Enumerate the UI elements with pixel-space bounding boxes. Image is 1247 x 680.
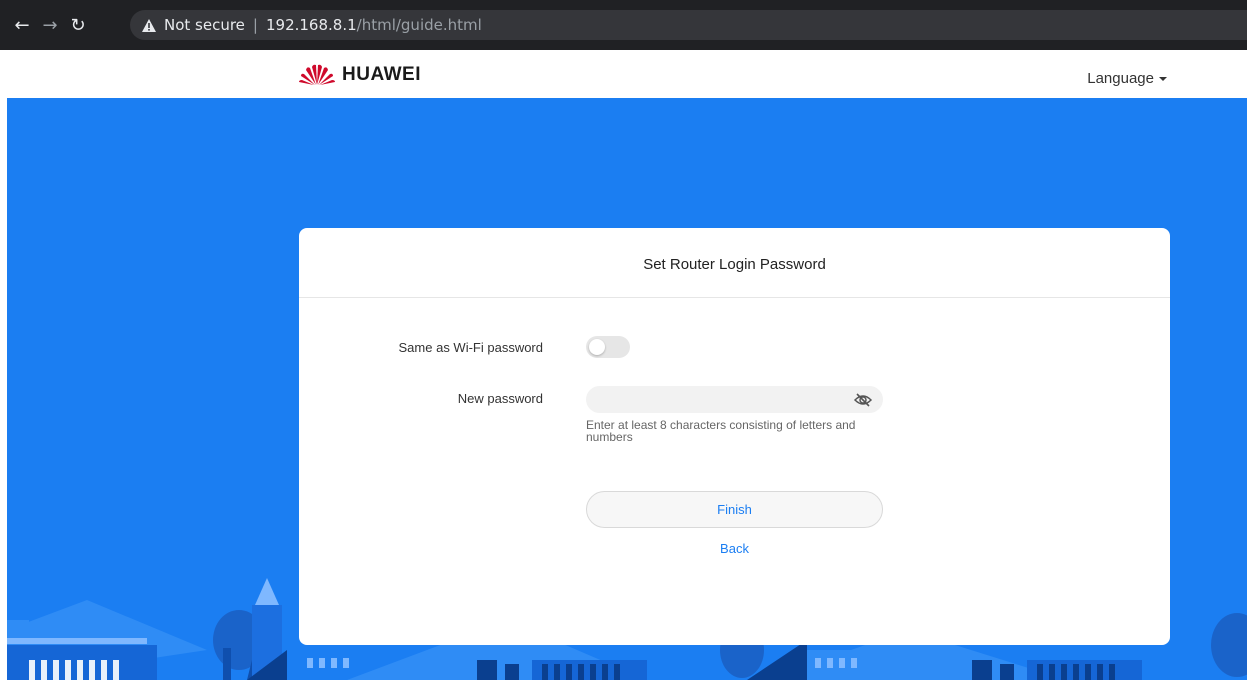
new-password-input[interactable] <box>598 386 848 413</box>
language-dropdown[interactable]: Language <box>1087 70 1167 87</box>
same-as-wifi-label: Same as Wi-Fi password <box>398 340 543 355</box>
password-hint: Enter at least 8 characters consisting o… <box>586 418 856 444</box>
finish-button[interactable]: Finish <box>586 491 883 528</box>
url-path: /html/guide.html <box>356 16 482 34</box>
same-as-wifi-toggle[interactable] <box>586 336 630 358</box>
eye-off-icon[interactable] <box>853 390 873 410</box>
warning-icon <box>142 18 156 32</box>
url-host: 192.168.8.1 <box>265 16 357 34</box>
caret-down-icon <box>1159 77 1167 82</box>
browser-toolbar: ← → ↻ Not secure | 192.168.8.1/html/guid… <box>0 0 1247 50</box>
forward-arrow-icon[interactable]: → <box>36 15 64 36</box>
separator: | <box>252 16 258 34</box>
password-setup-card: Set Router Login Password Same as Wi-Fi … <box>299 228 1170 645</box>
brand-logo[interactable]: HUAWEI <box>298 64 421 86</box>
brand-name: HUAWEI <box>342 64 421 85</box>
new-password-field[interactable] <box>586 386 883 413</box>
divider <box>299 297 1170 298</box>
card-title: Set Router Login Password <box>643 256 826 273</box>
reload-icon[interactable]: ↻ <box>64 15 92 36</box>
back-arrow-icon[interactable]: ← <box>8 15 36 36</box>
new-password-label: New password <box>457 391 543 406</box>
huawei-logo-icon <box>299 64 335 85</box>
toggle-knob <box>589 339 605 355</box>
security-label: Not secure <box>164 16 245 34</box>
address-bar[interactable]: Not secure | 192.168.8.1/html/guide.html <box>130 10 1247 40</box>
language-label: Language <box>1087 70 1154 87</box>
back-link[interactable]: Back <box>586 541 883 556</box>
page-header: HUAWEI Language <box>0 50 1247 98</box>
